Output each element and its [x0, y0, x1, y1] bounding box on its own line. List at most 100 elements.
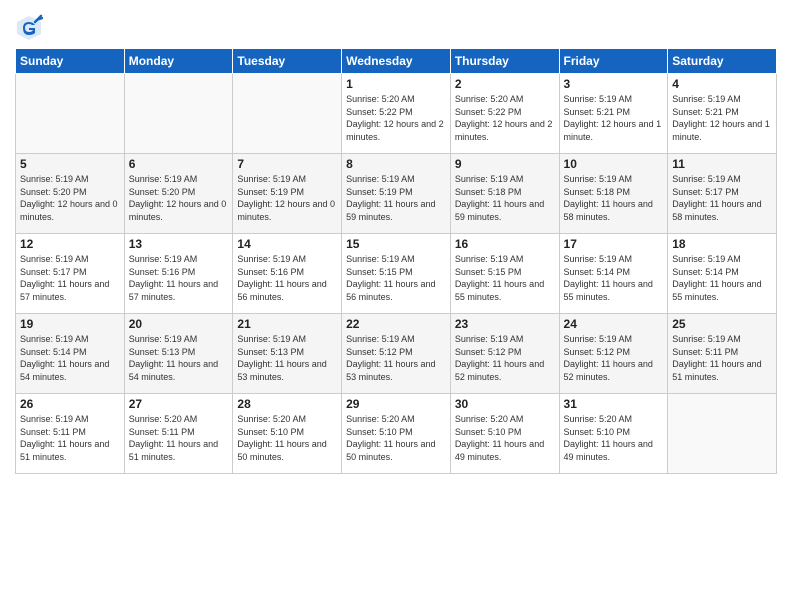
calendar-cell: 28Sunrise: 5:20 AM Sunset: 5:10 PM Dayli… [233, 394, 342, 474]
calendar-cell [668, 394, 777, 474]
weekday-monday: Monday [124, 49, 233, 74]
day-info: Sunrise: 5:19 AM Sunset: 5:19 PM Dayligh… [346, 173, 446, 223]
day-info: Sunrise: 5:20 AM Sunset: 5:22 PM Dayligh… [346, 93, 446, 143]
day-number: 22 [346, 317, 446, 331]
calendar-cell: 23 Sunrise: 5:19 AM Sunset: 5:12 PM Dayli… [450, 314, 559, 394]
calendar-cell: 29 Sunrise: 5:20 AM Sunset: 5:10 PM Dayli… [342, 394, 451, 474]
calendar-cell: 19Sunrise: 5:19 AM Sunset: 5:14 PM Dayli… [16, 314, 125, 394]
day-info: Sunrise: 5:19 AM Sunset: 5:17 PM Dayligh… [20, 253, 120, 303]
day-number: 11 [672, 157, 772, 171]
calendar-cell: 25Sunrise: 5:19 AM Sunset: 5:11 PM Dayli… [668, 314, 777, 394]
day-info: Sunrise: 5:19 AM Sunset: 5:21 PM Dayligh… [564, 93, 664, 143]
logo [15, 14, 45, 42]
calendar-cell: 6 Sunrise: 5:19 AM Sunset: 5:20 PM Daylig… [124, 154, 233, 234]
calendar-cell: 27 Sunrise: 5:20 AM Sunset: 5:11 PM Dayli… [124, 394, 233, 474]
day-number: 18 [672, 237, 772, 251]
calendar-cell: 10 Sunrise: 5:19 AM Sunset: 5:18 PM Dayli… [559, 154, 668, 234]
calendar-cell: 7 Sunrise: 5:19 AM Sunset: 5:19 PM Daylig… [233, 154, 342, 234]
day-info: Sunrise: 5:19 AM Sunset: 5:14 PM Dayligh… [564, 253, 664, 303]
calendar-cell: 9 Sunrise: 5:19 AM Sunset: 5:18 PM Daylig… [450, 154, 559, 234]
calendar-cell: 31 Sunrise: 5:20 AM Sunset: 5:10 PM Dayli… [559, 394, 668, 474]
day-number: 20 [129, 317, 229, 331]
calendar-cell: 1Sunrise: 5:20 AM Sunset: 5:22 PM Daylig… [342, 74, 451, 154]
day-number: 26 [20, 397, 120, 411]
day-info: Sunrise: 5:19 AM Sunset: 5:16 PM Dayligh… [237, 253, 337, 303]
calendar-cell: 14 Sunrise: 5:19 AM Sunset: 5:16 PM Dayli… [233, 234, 342, 314]
day-number: 7 [237, 157, 337, 171]
day-info: Sunrise: 5:19 AM Sunset: 5:11 PM Dayligh… [672, 333, 772, 383]
day-info: Sunrise: 5:19 AM Sunset: 5:15 PM Dayligh… [455, 253, 555, 303]
calendar-cell [233, 74, 342, 154]
day-info: Sunrise: 5:19 AM Sunset: 5:13 PM Dayligh… [237, 333, 337, 383]
calendar-cell: 3Sunrise: 5:19 AM Sunset: 5:21 PM Daylig… [559, 74, 668, 154]
day-info: Sunrise: 5:19 AM Sunset: 5:20 PM Dayligh… [129, 173, 229, 223]
calendar-week-2: 5Sunrise: 5:19 AM Sunset: 5:20 PM Daylig… [16, 154, 777, 234]
day-info: Sunrise: 5:20 AM Sunset: 5:10 PM Dayligh… [455, 413, 555, 463]
calendar-table: SundayMondayTuesdayWednesdayThursdayFrid… [15, 48, 777, 474]
day-number: 27 [129, 397, 229, 411]
calendar-cell [16, 74, 125, 154]
logo-icon [15, 14, 43, 42]
day-info: Sunrise: 5:19 AM Sunset: 5:11 PM Dayligh… [20, 413, 120, 463]
day-number: 14 [237, 237, 337, 251]
day-info: Sunrise: 5:20 AM Sunset: 5:22 PM Dayligh… [455, 93, 555, 143]
day-number: 13 [129, 237, 229, 251]
weekday-sunday: Sunday [16, 49, 125, 74]
day-info: Sunrise: 5:19 AM Sunset: 5:12 PM Dayligh… [455, 333, 555, 383]
calendar-cell: 8 Sunrise: 5:19 AM Sunset: 5:19 PM Daylig… [342, 154, 451, 234]
day-number: 17 [564, 237, 664, 251]
calendar-cell: 20 Sunrise: 5:19 AM Sunset: 5:13 PM Dayli… [124, 314, 233, 394]
weekday-thursday: Thursday [450, 49, 559, 74]
calendar-cell: 21 Sunrise: 5:19 AM Sunset: 5:13 PM Dayli… [233, 314, 342, 394]
day-info: Sunrise: 5:19 AM Sunset: 5:16 PM Dayligh… [129, 253, 229, 303]
day-number: 30 [455, 397, 555, 411]
day-info: Sunrise: 5:19 AM Sunset: 5:18 PM Dayligh… [564, 173, 664, 223]
day-info: Sunrise: 5:19 AM Sunset: 5:13 PM Dayligh… [129, 333, 229, 383]
calendar-cell: 2 Sunrise: 5:20 AM Sunset: 5:22 PM Daylig… [450, 74, 559, 154]
day-info: Sunrise: 5:20 AM Sunset: 5:11 PM Dayligh… [129, 413, 229, 463]
weekday-header-row: SundayMondayTuesdayWednesdayThursdayFrid… [16, 49, 777, 74]
calendar-cell: 12Sunrise: 5:19 AM Sunset: 5:17 PM Dayli… [16, 234, 125, 314]
page-container: SundayMondayTuesdayWednesdayThursdayFrid… [0, 0, 792, 484]
day-number: 19 [20, 317, 120, 331]
day-number: 2 [455, 77, 555, 91]
calendar-cell: 4 Sunrise: 5:19 AM Sunset: 5:21 PM Daylig… [668, 74, 777, 154]
calendar-cell: 5Sunrise: 5:19 AM Sunset: 5:20 PM Daylig… [16, 154, 125, 234]
day-number: 8 [346, 157, 446, 171]
day-info: Sunrise: 5:19 AM Sunset: 5:14 PM Dayligh… [672, 253, 772, 303]
day-number: 9 [455, 157, 555, 171]
day-info: Sunrise: 5:20 AM Sunset: 5:10 PM Dayligh… [346, 413, 446, 463]
calendar-cell: 16 Sunrise: 5:19 AM Sunset: 5:15 PM Dayli… [450, 234, 559, 314]
calendar-cell: 15 Sunrise: 5:19 AM Sunset: 5:15 PM Dayli… [342, 234, 451, 314]
calendar-cell: 13 Sunrise: 5:19 AM Sunset: 5:16 PM Dayli… [124, 234, 233, 314]
calendar-cell: 22 Sunrise: 5:19 AM Sunset: 5:12 PM Dayli… [342, 314, 451, 394]
day-number: 29 [346, 397, 446, 411]
day-number: 16 [455, 237, 555, 251]
day-number: 21 [237, 317, 337, 331]
day-number: 28 [237, 397, 337, 411]
day-number: 10 [564, 157, 664, 171]
day-number: 15 [346, 237, 446, 251]
day-info: Sunrise: 5:19 AM Sunset: 5:12 PM Dayligh… [564, 333, 664, 383]
calendar-week-5: 26 Sunrise: 5:19 AM Sunset: 5:11 PM Dayli… [16, 394, 777, 474]
day-number: 23 [455, 317, 555, 331]
weekday-saturday: Saturday [668, 49, 777, 74]
weekday-wednesday: Wednesday [342, 49, 451, 74]
day-info: Sunrise: 5:19 AM Sunset: 5:12 PM Dayligh… [346, 333, 446, 383]
day-info: Sunrise: 5:19 AM Sunset: 5:20 PM Dayligh… [20, 173, 120, 223]
calendar-cell: 30 Sunrise: 5:20 AM Sunset: 5:10 PM Dayli… [450, 394, 559, 474]
day-info: Sunrise: 5:19 AM Sunset: 5:21 PM Dayligh… [672, 93, 772, 143]
calendar-week-3: 12Sunrise: 5:19 AM Sunset: 5:17 PM Dayli… [16, 234, 777, 314]
header [15, 10, 777, 42]
calendar-cell: 18 Sunrise: 5:19 AM Sunset: 5:14 PM Dayli… [668, 234, 777, 314]
weekday-tuesday: Tuesday [233, 49, 342, 74]
day-info: Sunrise: 5:19 AM Sunset: 5:15 PM Dayligh… [346, 253, 446, 303]
calendar-cell [124, 74, 233, 154]
day-number: 4 [672, 77, 772, 91]
weekday-friday: Friday [559, 49, 668, 74]
day-info: Sunrise: 5:19 AM Sunset: 5:18 PM Dayligh… [455, 173, 555, 223]
day-info: Sunrise: 5:19 AM Sunset: 5:19 PM Dayligh… [237, 173, 337, 223]
day-number: 31 [564, 397, 664, 411]
day-number: 6 [129, 157, 229, 171]
day-info: Sunrise: 5:20 AM Sunset: 5:10 PM Dayligh… [564, 413, 664, 463]
